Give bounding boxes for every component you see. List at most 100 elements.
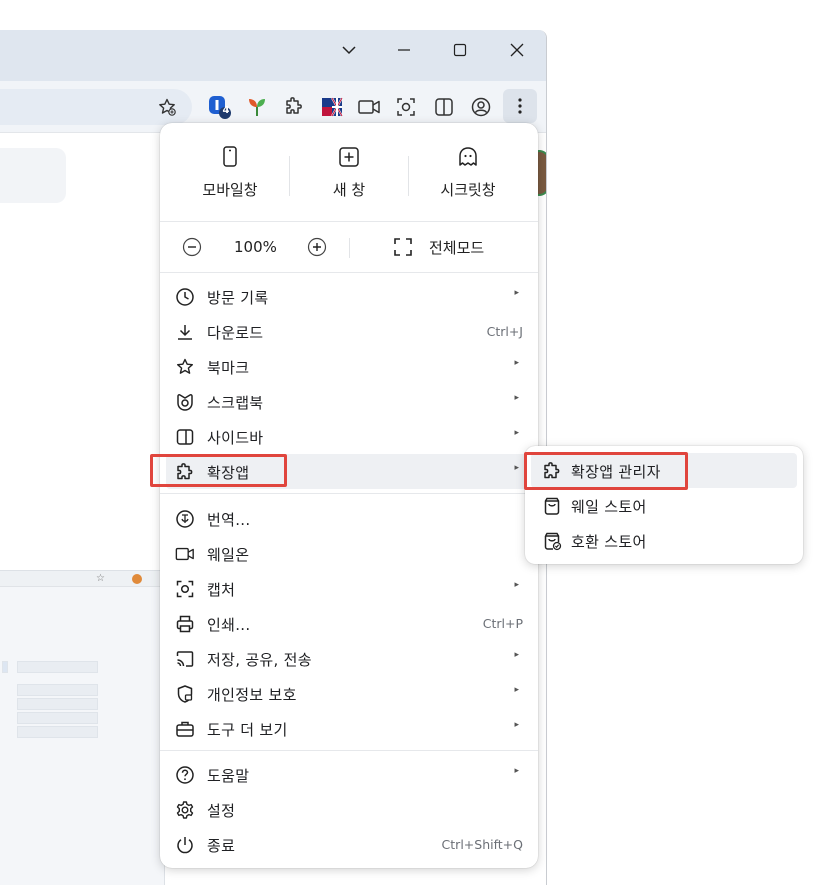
menu-item-scrapbook[interactable]: 스크랩북 ▸	[166, 384, 532, 419]
main-menu: 모바일창 새 창 시크릿창 100% 전체모드 방문 기록 ▸ 다운로드 Ctr…	[160, 123, 538, 868]
mobile-window-label: 모바일창	[202, 181, 258, 199]
capture-icon	[175, 579, 195, 599]
menu-item-downloads[interactable]: 다운로드 Ctrl+J	[166, 314, 532, 349]
submenu-arrow-icon: ▸	[514, 766, 519, 776]
menu-item-downloads-shortcut: Ctrl+J	[486, 324, 523, 339]
minimize-button[interactable]	[384, 36, 424, 64]
video-camera-icon[interactable]	[356, 94, 382, 120]
fullscreen-label: 전체모드	[429, 239, 485, 257]
menu-item-capture-label: 캡처	[207, 581, 236, 599]
compat-store-label: 호환 스토어	[571, 533, 647, 551]
mobile-window-button[interactable]: 모바일창	[170, 145, 290, 205]
new-window-plus-icon	[339, 147, 359, 167]
background-star-icon: ☆	[96, 573, 105, 584]
video-icon	[175, 544, 195, 564]
background-screenshot	[0, 570, 165, 885]
submenu-arrow-icon: ▸	[514, 720, 519, 730]
menu-item-settings-label: 설정	[207, 802, 236, 820]
download-icon	[175, 322, 195, 342]
sidebar-icon	[175, 427, 195, 447]
password-manager-icon[interactable]: 4	[206, 94, 232, 120]
menu-item-exit-shortcut: Ctrl+Shift+Q	[441, 837, 523, 852]
fullscreen-button[interactable]: 전체모드	[390, 234, 520, 260]
secret-window-label: 시크릿창	[440, 181, 496, 199]
menu-item-bookmarks-label: 북마크	[207, 359, 250, 377]
power-icon	[175, 835, 195, 855]
menu-item-more-tools[interactable]: 도구 더 보기 ▸	[166, 711, 532, 746]
maximize-button[interactable]	[440, 36, 480, 64]
menu-item-print[interactable]: 인쇄... Ctrl+P	[166, 606, 532, 641]
menu-item-whale-on[interactable]: 웨일온	[166, 536, 532, 571]
fullscreen-icon	[394, 238, 412, 256]
submenu-arrow-icon: ▸	[514, 685, 519, 695]
menu-item-downloads-label: 다운로드	[207, 324, 264, 342]
menu-item-exit[interactable]: 종료 Ctrl+Shift+Q	[166, 827, 532, 862]
store-bag-icon	[542, 496, 562, 516]
menu-item-history[interactable]: 방문 기록 ▸	[166, 279, 532, 314]
secret-window-button[interactable]: 시크릿창	[408, 145, 528, 205]
submenu-arrow-icon: ▸	[514, 428, 519, 438]
plus-circle-icon	[307, 237, 327, 257]
minus-circle-icon	[182, 237, 202, 257]
cast-icon	[175, 649, 195, 669]
whale-store-label: 웨일 스토어	[571, 498, 647, 516]
menu-item-scrapbook-label: 스크랩북	[207, 394, 264, 412]
zoom-out-button[interactable]	[182, 237, 202, 257]
new-window-button[interactable]: 새 창	[289, 145, 409, 205]
menu-item-capture[interactable]: 캡처 ▸	[166, 571, 532, 606]
plant-extension-icon[interactable]	[244, 94, 270, 120]
translate-icon	[175, 509, 195, 529]
menu-item-settings[interactable]: 설정	[166, 792, 532, 827]
menu-item-sidebar-label: 사이드바	[207, 429, 264, 447]
mobile-phone-icon	[223, 146, 237, 167]
privacy-shield-icon	[175, 684, 195, 704]
compat-store-icon	[542, 531, 562, 551]
menu-item-print-label: 인쇄...	[207, 616, 251, 634]
highlight-box-extension-manager	[524, 452, 688, 490]
menu-item-translate[interactable]: 번역...	[166, 501, 532, 536]
menu-item-whale-on-label: 웨일온	[207, 546, 250, 564]
help-icon	[175, 765, 195, 785]
profile-avatar-icon[interactable]	[468, 94, 494, 120]
zoom-in-button[interactable]	[307, 237, 327, 257]
bookmark-star-add-icon[interactable]	[157, 97, 177, 117]
submenu-arrow-icon: ▸	[514, 358, 519, 368]
flag-translate-icon[interactable]	[319, 94, 345, 120]
new-window-label: 새 창	[332, 181, 366, 199]
menu-item-sidebar[interactable]: 사이드바 ▸	[166, 419, 532, 454]
close-button[interactable]	[497, 36, 537, 64]
print-icon	[175, 614, 195, 634]
background-extension-icon	[132, 574, 142, 584]
menu-item-more-tools-label: 도구 더 보기	[207, 721, 288, 739]
main-menu-kebab-icon[interactable]	[503, 89, 537, 123]
tab-list-chevron-icon[interactable]	[329, 36, 369, 64]
title-bar	[0, 30, 546, 81]
submenu-arrow-icon: ▸	[514, 288, 519, 298]
menu-item-history-label: 방문 기록	[207, 289, 269, 307]
extensions-puzzle-icon[interactable]	[281, 94, 307, 120]
submenu-item-whale-store[interactable]: 웨일 스토어	[531, 488, 797, 523]
background-card	[0, 148, 66, 203]
submenu-item-compat-store[interactable]: 호환 스토어	[531, 523, 797, 558]
highlight-box-extensions	[150, 454, 287, 487]
sidebar-toggle-icon[interactable]	[431, 94, 457, 120]
menu-item-privacy-label: 개인정보 보호	[207, 686, 297, 704]
menu-item-translate-label: 번역...	[207, 511, 251, 529]
star-icon	[175, 357, 195, 377]
scrapbook-icon	[175, 392, 195, 412]
menu-item-privacy[interactable]: 개인정보 보호 ▸	[166, 676, 532, 711]
ghost-icon	[459, 147, 477, 166]
menu-item-save-share-label: 저장, 공유, 전송	[207, 651, 312, 669]
capture-icon[interactable]	[393, 94, 419, 120]
menu-item-save-share[interactable]: 저장, 공유, 전송 ▸	[166, 641, 532, 676]
zoom-level: 100%	[234, 238, 277, 256]
address-bar[interactable]	[0, 89, 192, 125]
menu-item-print-shortcut: Ctrl+P	[482, 616, 523, 631]
menu-item-help-label: 도움말	[207, 767, 250, 785]
gear-icon	[175, 800, 195, 820]
submenu-arrow-icon: ▸	[514, 580, 519, 590]
menu-item-exit-label: 종료	[207, 837, 236, 855]
menu-item-bookmarks[interactable]: 북마크 ▸	[166, 349, 532, 384]
menu-item-help[interactable]: 도움말 ▸	[166, 757, 532, 792]
history-icon	[175, 287, 195, 307]
